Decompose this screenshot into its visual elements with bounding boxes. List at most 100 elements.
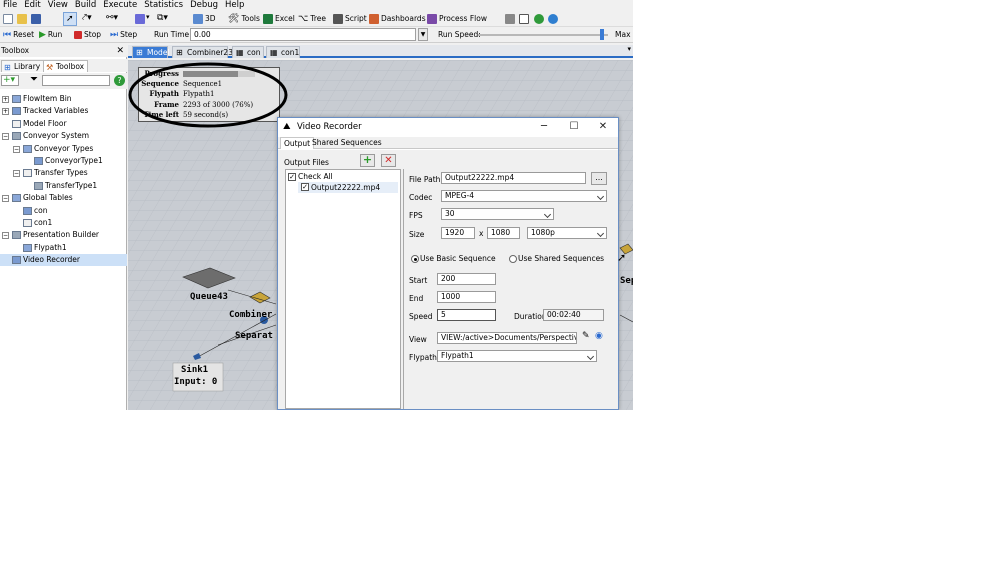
shape-tool-icon[interactable] xyxy=(135,14,145,24)
close-button[interactable]: ✕ xyxy=(593,118,613,136)
maximize-button[interactable]: ☐ xyxy=(564,118,584,136)
tree-item[interactable]: − Presentation Builder xyxy=(0,229,127,241)
3d-view-button[interactable]: 3D xyxy=(193,13,216,25)
tree-node-icon xyxy=(23,169,32,178)
run-time-dropdown[interactable]: ▼ xyxy=(418,28,428,41)
dashboards-button[interactable]: Dashboards xyxy=(369,13,426,25)
collapse-icon[interactable]: − xyxy=(2,133,9,141)
flexsim-window: File Edit View Build Execute Statistics … xyxy=(0,0,633,410)
add-icon[interactable]: +▾ xyxy=(1,75,19,86)
menu-execute[interactable]: Execute xyxy=(100,0,141,11)
tab-library[interactable]: ⊞ Library xyxy=(1,60,45,72)
height-input[interactable]: 1080 xyxy=(487,227,520,239)
connect-tool-icon[interactable]: ⤤▾ xyxy=(82,13,92,23)
expand-icon[interactable]: + xyxy=(2,108,9,116)
menu-file[interactable]: File xyxy=(0,0,21,11)
step-button[interactable]: ⏭ Step xyxy=(110,29,137,41)
tree-item[interactable]: − Transfer Types xyxy=(0,167,127,179)
tab-toolbox[interactable]: ⚒ Toolbox xyxy=(43,60,89,72)
browse-button[interactable]: ... xyxy=(591,172,607,185)
shape-dropdown-icon[interactable]: ▾ xyxy=(146,13,150,21)
tree-item[interactable]: ConveyorType1 xyxy=(0,155,127,167)
codec-select[interactable]: MPEG-4 xyxy=(441,190,607,202)
tree-item[interactable]: con xyxy=(0,205,127,217)
reset-button[interactable]: ⏮ Reset xyxy=(3,29,34,41)
eyedropper-icon[interactable]: ✎ xyxy=(582,331,590,341)
help-icon[interactable]: ? xyxy=(114,75,125,86)
open-folder-icon[interactable] xyxy=(17,14,27,24)
tab-model[interactable]: ⊞ Model xyxy=(132,46,170,58)
tree-node-icon xyxy=(12,256,21,265)
run-time-field[interactable]: 0.00 xyxy=(190,28,416,41)
menu-build[interactable]: Build xyxy=(72,0,100,11)
tab-shared-sequences[interactable]: Shared Sequences xyxy=(309,137,385,149)
view-input[interactable]: VIEW:/active>Documents/Perspective/1 xyxy=(437,332,577,344)
tree-item[interactable]: − Global Tables xyxy=(0,192,127,204)
collapse-icon[interactable]: − xyxy=(13,170,20,178)
menu-edit[interactable]: Edit xyxy=(21,0,44,11)
run-button[interactable]: ▶ Run xyxy=(39,29,62,41)
menu-help[interactable]: Help xyxy=(222,0,248,11)
eye-icon[interactable]: ◉ xyxy=(595,331,603,341)
save-icon[interactable] xyxy=(31,14,41,24)
add-file-button[interactable]: + xyxy=(360,154,375,167)
tree-item[interactable]: con1 xyxy=(0,217,127,229)
collapse-icon[interactable]: − xyxy=(2,195,9,203)
tree-item[interactable]: Model Floor xyxy=(0,118,127,130)
use-shared-sequences-radio[interactable] xyxy=(509,255,517,263)
tree-item[interactable]: + FlowItem Bin xyxy=(0,93,127,105)
start-input[interactable]: 200 xyxy=(437,273,496,285)
check-all-checkbox[interactable]: ✓ xyxy=(288,173,296,181)
run-speed-slider[interactable] xyxy=(478,34,608,36)
tree-button[interactable]: ⌥ Tree xyxy=(298,13,326,25)
tab-list-icon[interactable]: ▾ xyxy=(627,45,631,53)
use-basic-sequence-radio[interactable] xyxy=(411,255,419,263)
tree-item[interactable]: − Conveyor System xyxy=(0,130,127,142)
collapse-icon[interactable]: − xyxy=(13,145,20,153)
network-tool-icon[interactable]: ⚯▾ xyxy=(106,13,118,23)
width-input[interactable]: 1920 xyxy=(441,227,475,239)
menu-view[interactable]: View xyxy=(45,0,72,11)
tree-item[interactable]: − Conveyor Types xyxy=(0,143,127,155)
tree-item[interactable]: Flypath1 xyxy=(0,242,127,254)
file-path-input[interactable]: Output22222.mp4 xyxy=(441,172,586,184)
globe-icon[interactable] xyxy=(548,14,558,24)
tree-item[interactable]: + Tracked Variables xyxy=(0,105,127,117)
tree-item[interactable]: TransferType1 xyxy=(0,180,127,192)
remove-file-button[interactable]: ✕ xyxy=(381,154,396,167)
dialog-title: Video Recorder xyxy=(297,122,362,132)
size-preset-select[interactable]: 1080p xyxy=(527,227,607,239)
window-icon[interactable] xyxy=(519,14,529,24)
expand-icon[interactable]: + xyxy=(2,96,9,103)
menu-debug[interactable]: Debug xyxy=(187,0,222,11)
fps-select[interactable]: 30 xyxy=(441,208,554,220)
run-speed-thumb[interactable] xyxy=(599,29,604,40)
script-button[interactable]: Script xyxy=(333,13,367,25)
tree-icon: ⌥ xyxy=(298,14,309,24)
close-icon[interactable]: ✕ xyxy=(116,45,124,57)
process-flow-button[interactable]: Process Flow xyxy=(427,13,487,25)
toolbox-search-input[interactable] xyxy=(42,75,110,86)
new-file-icon[interactable] xyxy=(3,14,13,24)
minimize-button[interactable]: ─ xyxy=(534,118,554,136)
layout-icon[interactable] xyxy=(505,14,515,24)
filter-icon[interactable]: ⏷ xyxy=(30,74,38,85)
list-item[interactable]: ✓ Output22222.mp4 xyxy=(298,182,398,193)
tools-button[interactable]: 🛠 Tools xyxy=(228,13,260,25)
tree-item[interactable]: Video Recorder xyxy=(0,254,127,267)
tab-combiner23[interactable]: ⊞ Combiner23 xyxy=(172,46,233,58)
tab-con[interactable]: ▦ con xyxy=(232,46,264,58)
tree-item-label: Global Tables xyxy=(23,193,73,203)
tree-node-icon xyxy=(12,194,21,203)
excel-button[interactable]: Excel xyxy=(263,13,295,25)
flowitem-tool-icon[interactable]: ⧉▾ xyxy=(157,13,168,23)
end-input[interactable]: 1000 xyxy=(437,291,496,303)
menu-statistics[interactable]: Statistics xyxy=(141,0,187,11)
help-icon[interactable] xyxy=(534,14,544,24)
collapse-icon[interactable]: − xyxy=(2,232,9,240)
tab-con1[interactable]: ▦ con1 xyxy=(266,46,300,58)
stop-button[interactable]: Stop xyxy=(74,29,101,41)
flypath-select[interactable]: Flypath1 xyxy=(437,350,597,362)
speed-input[interactable]: 5 xyxy=(437,309,496,321)
file-checkbox[interactable]: ✓ xyxy=(301,183,309,191)
